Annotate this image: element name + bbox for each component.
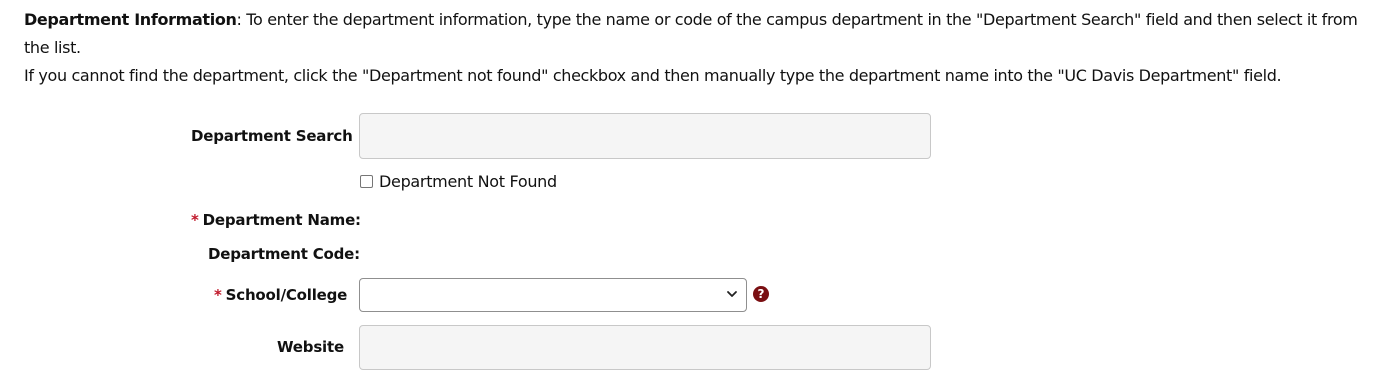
instructions-heading: Department Information: [24, 10, 237, 29]
department-not-found-checkbox[interactable]: [360, 175, 373, 188]
department-not-found-row[interactable]: Department Not Found: [360, 172, 557, 191]
chevron-down-icon: [727, 291, 737, 297]
department-code-label: Department Code:: [208, 245, 360, 263]
department-name-label: * Department Name:: [191, 210, 361, 230]
department-name-label-text: Department Name:: [202, 211, 361, 229]
school-college-label: * School/College: [214, 285, 347, 305]
department-search-input[interactable]: [359, 113, 931, 159]
department-search-label: Department Search: [191, 127, 353, 145]
instructions-paragraph-2: If you cannot find the department, click…: [24, 66, 1282, 85]
department-information-instructions: Department Information: To enter the dep…: [24, 6, 1369, 90]
required-marker: *: [191, 211, 199, 229]
school-college-label-text: School/College: [225, 286, 348, 304]
question-circle-icon[interactable]: ?: [753, 286, 769, 302]
school-college-select[interactable]: [359, 278, 747, 312]
required-marker: *: [214, 286, 222, 304]
website-input[interactable]: [359, 325, 931, 370]
website-label: Website: [277, 338, 344, 356]
department-not-found-label[interactable]: Department Not Found: [379, 172, 557, 191]
instructions-paragraph-1: Department Information: To enter the dep…: [24, 6, 1369, 62]
